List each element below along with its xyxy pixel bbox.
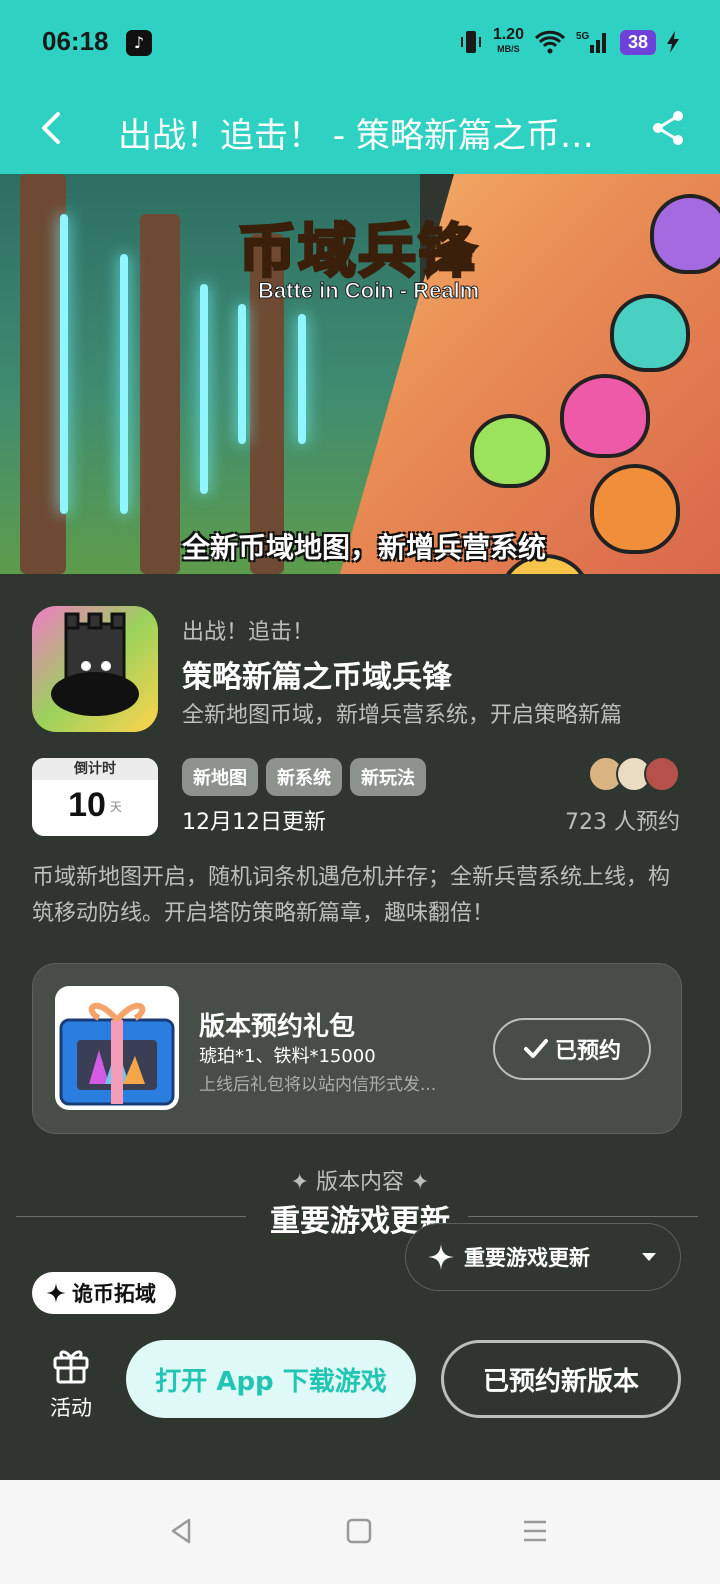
section-dropdown[interactable]: 重要游戏更新: [405, 1223, 681, 1291]
menu-icon: [524, 1520, 546, 1542]
banner-logo-en: Batte in Coin - Realm: [257, 278, 480, 304]
status-bar: 06:18 ♪ 1.20 MB/S 5G 38: [0, 0, 720, 86]
triangle-back-icon: [171, 1518, 191, 1544]
avatar: [644, 756, 680, 792]
gift-box-icon: [59, 1002, 175, 1106]
section-label: ✦ 版本内容 ✦: [290, 1170, 430, 1195]
gift-items: 琥珀*1、铁料*15000: [199, 1046, 376, 1067]
monster-art: [560, 374, 650, 458]
app-icon[interactable]: [32, 606, 158, 732]
reserve-count: 723 人预约: [565, 810, 680, 835]
monster-art: [590, 464, 680, 554]
tag-list: 新地图 新系统 新玩法: [182, 758, 426, 796]
svg-text:5G: 5G: [576, 31, 590, 42]
countdown-badge: 倒计时 10 天: [32, 758, 158, 836]
reserver-avatars: [588, 756, 682, 792]
tag: 新玩法: [350, 758, 426, 796]
intro-text: 币域新地图开启，随机词条机遇危机并存；全新兵营系统上线，构筑移动防线。开启塔防策…: [32, 865, 671, 926]
system-nav-bar: [0, 1480, 720, 1584]
countdown-label: 倒计时: [32, 758, 158, 780]
banner-logo: 币域兵锋: [236, 216, 479, 287]
page-title: 出战！追击！ - 策略新篇之币域兵锋: [118, 116, 608, 156]
status-time: 06:18: [42, 26, 109, 56]
net-speed: 1.20 MB/S: [492, 26, 524, 55]
chip-label: 诡币拓域: [72, 1282, 156, 1306]
tiktok-icon: ♪: [126, 30, 152, 56]
tag: 新地图: [182, 758, 258, 796]
reserved-new-version-button[interactable]: 已预约新版本: [441, 1340, 681, 1418]
chevron-left-icon: [42, 112, 60, 144]
check-icon: [523, 1039, 548, 1058]
top-bar: 出战！追击！ - 策略新篇之币域兵锋: [0, 86, 720, 174]
share-icon: [653, 111, 683, 145]
hero-banner[interactable]: 币域兵锋 Batte in Coin - Realm 全新币域地图，新增兵营系统: [0, 174, 720, 574]
square-home-icon: [346, 1518, 372, 1544]
gift-note: 上线后礼包将以站内信形式发...: [199, 1075, 437, 1095]
gift-reserved-button[interactable]: 已预约: [493, 1018, 651, 1080]
sparkle-icon: [46, 1283, 66, 1303]
status-icons: 1.20 MB/S 5G 38: [459, 26, 680, 56]
battery-indicator: 38: [619, 29, 656, 55]
countdown-value: 10 天: [68, 786, 122, 824]
nav-home-button[interactable]: [336, 1508, 382, 1554]
app-tagline: 全新地图币域，新增兵营系统，开启策略新篇: [182, 703, 623, 728]
activity-button[interactable]: 活动: [36, 1344, 106, 1422]
monster-art: [650, 194, 720, 274]
app-name: 策略新篇之币域兵锋: [182, 660, 452, 695]
gift-card: 版本预约礼包 琥珀*1、铁料*15000 上线后礼包将以站内信形式发... 已预…: [32, 963, 682, 1134]
monster-art: [470, 414, 550, 488]
cell-signal-icon: 5G: [576, 31, 606, 53]
nav-menu-button[interactable]: [512, 1508, 558, 1554]
monster-art: [610, 294, 690, 372]
gift-reserved-label: 已预约: [554, 1039, 621, 1064]
tag: 新系统: [266, 758, 342, 796]
gift-icon: [53, 1350, 89, 1384]
gift-title: 版本预约礼包: [199, 1012, 356, 1042]
wifi-icon: [534, 30, 566, 54]
vibrate-icon: [460, 31, 481, 53]
banner-caption: 全新币域地图，新增兵营系统: [182, 531, 547, 564]
charging-icon: [667, 31, 679, 53]
sparkle-icon: [428, 1244, 454, 1270]
castle-icon: [51, 612, 139, 716]
open-app-button[interactable]: 打开 App 下载游戏: [126, 1340, 416, 1418]
activity-label: 活动: [50, 1396, 92, 1420]
category-chip[interactable]: 诡币拓域: [32, 1272, 176, 1314]
back-button[interactable]: [34, 106, 74, 150]
caret-down-icon: [642, 1253, 656, 1261]
update-date: 12月12日更新: [182, 810, 326, 835]
gift-image: [55, 986, 179, 1110]
nav-back-button[interactable]: [158, 1508, 204, 1554]
share-button[interactable]: [646, 106, 690, 150]
dropdown-label: 重要游戏更新: [464, 1246, 590, 1270]
app-subtitle: 出战！追击！: [182, 620, 315, 645]
